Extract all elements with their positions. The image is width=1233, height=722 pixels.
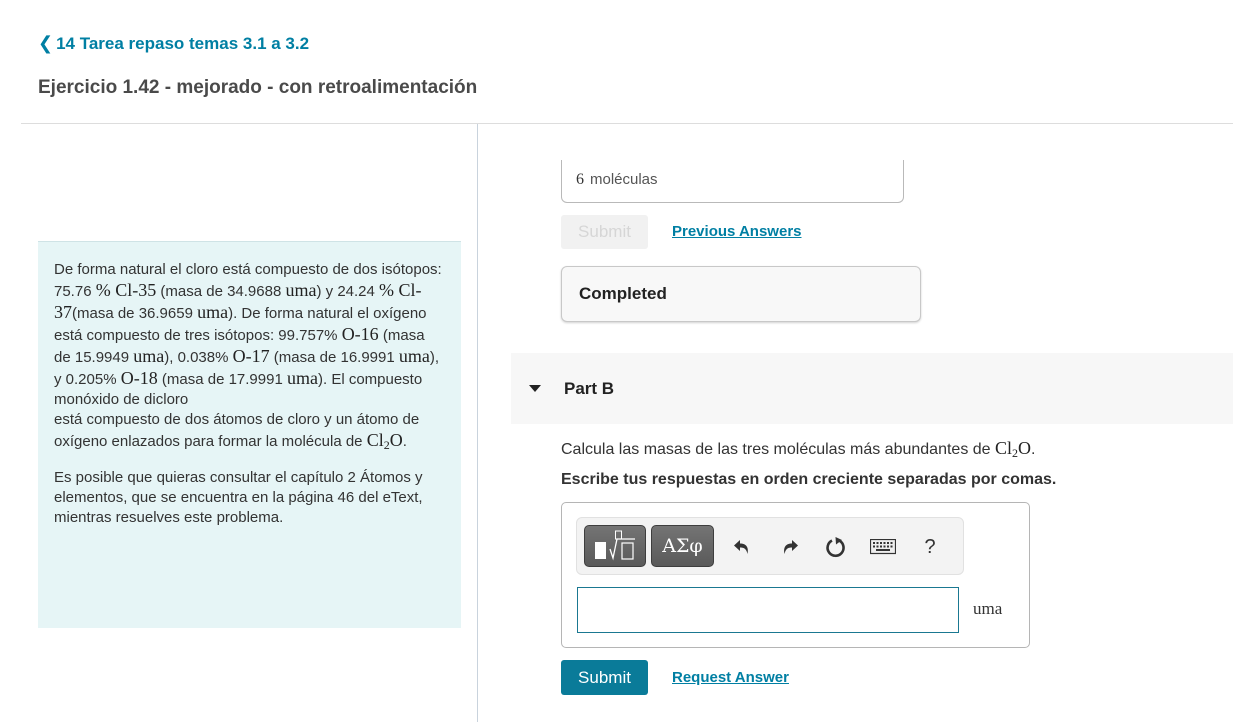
part-a-answer-field: 6 moléculas [561, 160, 904, 203]
redo-icon [784, 540, 798, 554]
part-b-answer-box: ΑΣφ ? uma [561, 502, 1030, 648]
page-title: Ejercicio 1.42 - mejorado - con retroali… [38, 77, 478, 98]
chevron-left-icon: ❮ [38, 33, 54, 53]
header-divider [21, 123, 1233, 124]
part-b-label: Part B [564, 378, 615, 398]
undo-icon [734, 540, 748, 554]
reset-icon [826, 537, 845, 558]
keyboard-icon [870, 539, 896, 555]
math-toolbar: ΑΣφ ? [576, 517, 964, 575]
redo-button[interactable] [777, 534, 803, 560]
pane-divider [477, 124, 478, 722]
back-link-label: 14 Tarea repaso temas 3.1 a 3.2 [56, 33, 310, 53]
intro-paragraph-2: Es posible que quieras consultar el capí… [54, 469, 423, 526]
part-a-answer-unit: moléculas [590, 171, 658, 188]
part-a-submit-button[interactable]: Submit [561, 215, 648, 249]
problem-intro-panel: De forma natural el cloro está compuesto… [38, 241, 461, 628]
undo-button[interactable] [729, 534, 755, 560]
part-b-submit-button[interactable]: Submit [561, 660, 648, 695]
greek-symbols-button[interactable]: ΑΣφ [651, 525, 714, 567]
caret-down-icon [529, 385, 541, 392]
reset-button[interactable] [823, 534, 849, 560]
part-b-question: Calcula las masas de las tres moléculas … [561, 438, 1036, 460]
part-a-answer-number: 6 [576, 171, 584, 188]
part-a-status-completed: Completed [561, 266, 921, 322]
back-to-assignment-link[interactable]: ❮ 14 Tarea repaso temas 3.1 a 3.2 [38, 33, 309, 54]
previous-answers-link[interactable]: Previous Answers [672, 223, 802, 240]
formula-cl2o: Cl2O [995, 438, 1032, 460]
formula-cl2o: Cl2O [366, 430, 403, 452]
request-answer-link[interactable]: Request Answer [672, 669, 789, 686]
templates-icon [595, 530, 635, 561]
help-button[interactable]: ? [917, 534, 943, 560]
templates-button[interactable] [584, 525, 646, 567]
intro-paragraph-1: De forma natural el cloro está compuesto… [54, 261, 442, 452]
part-b-header[interactable]: Part B [511, 353, 1233, 424]
keyboard-button[interactable] [870, 534, 896, 560]
part-b-instruction: Escribe tus respuestas en orden crecient… [561, 471, 1057, 488]
part-b-answer-input[interactable] [577, 587, 959, 633]
unit-label: uma [973, 599, 1003, 618]
